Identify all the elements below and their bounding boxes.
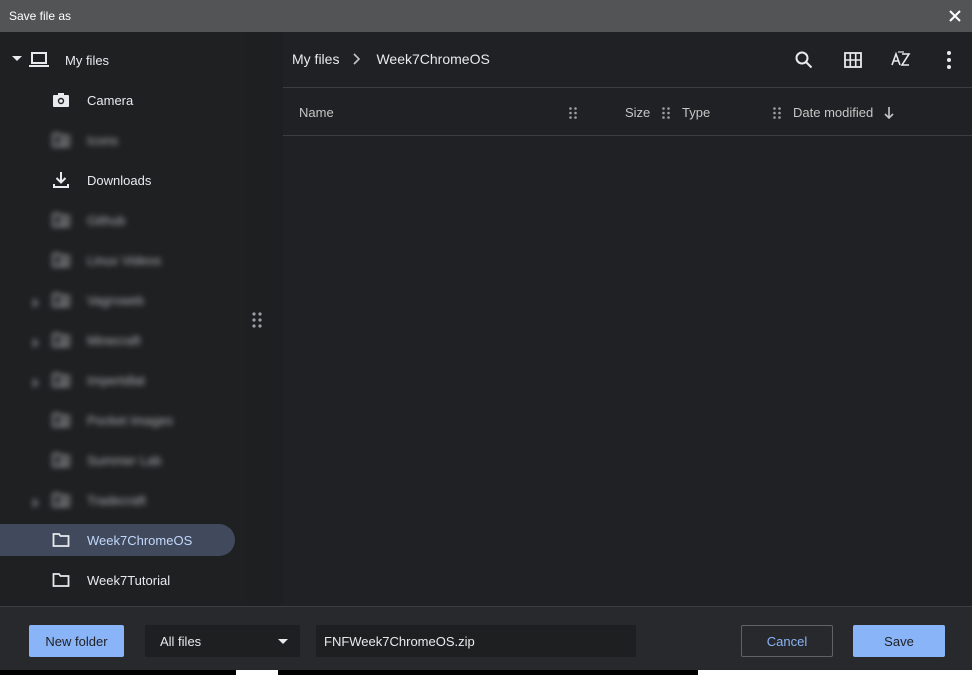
sidebar-item-camera[interactable]: Camera (0, 84, 240, 116)
folder-icon (52, 571, 70, 589)
close-button[interactable] (944, 5, 966, 27)
file-type-select[interactable]: All files (145, 625, 300, 657)
grid-view-icon (844, 52, 862, 68)
resize-handle[interactable] (252, 312, 262, 328)
caret-right-icon[interactable] (33, 375, 39, 393)
sidebar-item-label: Github (87, 213, 126, 228)
column-resize-handle-icon[interactable] (773, 107, 781, 119)
column-header-date-modified[interactable]: Date modified (793, 105, 873, 120)
sidebar-item-label: Icons (87, 133, 119, 148)
sidebar-item-blurred-folder[interactable]: Vagrvweb (0, 284, 240, 316)
sidebar-item-label: Minecraft (87, 333, 141, 348)
breadcrumb-current[interactable]: Week7ChromeOS (376, 51, 489, 67)
breadcrumb: My files Week7ChromeOS (292, 51, 490, 67)
caret-right-icon[interactable] (33, 335, 39, 353)
folder-shared-icon (52, 331, 70, 349)
caret-right-icon[interactable] (33, 295, 39, 313)
sidebar-item-blurred-folder[interactable]: Summer Lab (0, 444, 240, 476)
sidebar-item-blurred-folder[interactable]: Minecraft (0, 324, 240, 356)
sidebar-item-downloads[interactable]: Downloads (0, 164, 240, 196)
save-button[interactable]: Save (853, 625, 945, 657)
sidebar-item-label: Downloads (87, 173, 152, 188)
laptop-icon (29, 52, 49, 67)
folder-shared-icon (52, 371, 70, 389)
sidebar-item-label: Vagrvweb (87, 293, 144, 308)
sidebar-item-blurred-folder[interactable]: Icons (0, 124, 240, 156)
column-resize-handle-icon[interactable] (662, 107, 670, 119)
folder-shared-icon (52, 451, 70, 469)
folder-shared-icon (52, 491, 70, 509)
search-icon (795, 51, 813, 69)
column-resize-handle-icon[interactable] (569, 107, 577, 119)
sidebar-item-blurred-folder[interactable]: Impertdlat (0, 364, 240, 396)
sidebar-item-label: Summer Lab (87, 453, 162, 468)
sidebar-item-label: Impertdlat (87, 373, 145, 388)
sidebar-item-label: Week7Tutorial (87, 573, 171, 588)
sidebar-item-label: Camera (87, 93, 134, 108)
sort-az-icon (891, 51, 911, 66)
column-header-row: Name Size Type Date modified (283, 87, 972, 136)
folder-shared-icon (52, 291, 70, 309)
arrow-down-icon (884, 107, 894, 120)
sidebar-item-my-files[interactable]: My files (0, 44, 246, 76)
search-button[interactable] (792, 48, 816, 72)
cancel-button[interactable]: Cancel (741, 625, 833, 657)
grid-view-button[interactable] (841, 48, 865, 72)
sidebar-item-label: Pocket Images (87, 413, 173, 428)
file-list-panel: My files Week7ChromeOS Name Size Type Da… (283, 32, 972, 606)
folder-shared-icon (52, 211, 70, 229)
camera-icon (52, 91, 70, 109)
close-icon (949, 10, 961, 22)
background-window-strip (0, 670, 972, 675)
chevron-right-icon (353, 53, 361, 65)
sort-button[interactable] (889, 48, 913, 72)
sidebar-item-label: Linux Videos (87, 253, 162, 268)
folder-shared-icon (52, 251, 70, 269)
folder-shared-icon (52, 411, 70, 429)
column-header-size[interactable]: Size (625, 105, 650, 120)
folder-shared-icon (52, 131, 70, 149)
sidebar-item-blurred-folder[interactable]: Linux Videos (0, 244, 240, 276)
folder-icon (52, 531, 70, 549)
dialog-titlebar: Save file as (0, 0, 972, 32)
more-options-button[interactable] (937, 48, 961, 72)
sidebar-item-week7tutorial[interactable]: Week7Tutorial (0, 564, 240, 596)
dropdown-arrow-icon (278, 639, 288, 644)
sidebar-item-label: My files (65, 53, 110, 68)
file-type-value: All files (160, 634, 202, 649)
sidebar-item-blurred-folder[interactable]: Tradecraft (0, 484, 240, 516)
sidebar-item-blurred-folder[interactable]: Pocket Images (0, 404, 240, 436)
sidebar-item-label: Tradecraft (87, 493, 146, 508)
caret-right-icon[interactable] (33, 495, 39, 513)
breadcrumb-parent[interactable]: My files (292, 51, 339, 67)
more-vert-icon (947, 51, 951, 69)
dialog-title: Save file as (9, 9, 72, 23)
dialog-footer: New folder All files Cancel Save (0, 606, 972, 675)
sidebar-item-label: Week7ChromeOS (87, 533, 193, 548)
column-header-name[interactable]: Name (299, 105, 334, 120)
column-header-type[interactable]: Type (682, 105, 710, 120)
sidebar-item-week7chromeos[interactable]: Week7ChromeOS (0, 524, 235, 556)
download-icon (52, 171, 70, 189)
sidebar: My files Camera Icons Downloads Github Linux… (0, 32, 246, 606)
new-folder-button[interactable]: New folder (29, 625, 124, 657)
caret-down-icon[interactable] (12, 56, 22, 62)
filename-input[interactable] (316, 625, 636, 657)
sidebar-item-blurred-folder[interactable]: Github (0, 204, 240, 236)
